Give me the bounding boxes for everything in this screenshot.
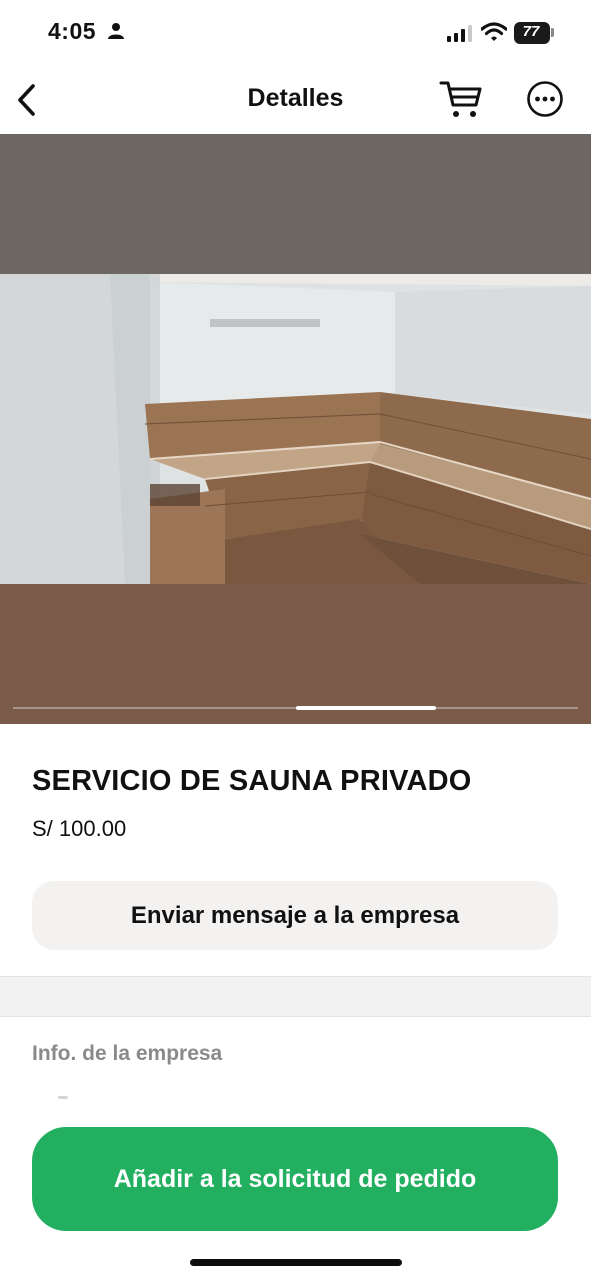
company-info-heading: Info. de la empresa <box>32 1042 223 1065</box>
page-title: Detalles <box>247 84 344 112</box>
home-indicator <box>190 1259 402 1266</box>
person-icon <box>107 22 125 45</box>
gallery-backdrop <box>0 583 591 724</box>
partially-hidden-content <box>58 1096 68 1099</box>
gallery-progress-indicator <box>296 706 436 710</box>
image-gallery[interactable] <box>0 134 591 724</box>
sauna-room-photo <box>0 274 591 584</box>
more-options-button[interactable] <box>526 80 564 118</box>
cart-icon <box>439 81 482 117</box>
battery-cap <box>551 28 554 37</box>
product-price: S/ 100.00 <box>32 816 127 841</box>
message-company-button[interactable]: Enviar mensaje a la empresa <box>32 881 558 950</box>
cart-button[interactable] <box>438 78 484 122</box>
section-divider <box>0 976 591 1017</box>
product-title: SERVICIO DE SAUNA PRIVADO <box>32 765 472 797</box>
wifi-icon <box>480 22 508 47</box>
nav-bar: Detalles <box>0 66 591 134</box>
status-bar: 4:05 77 <box>0 0 591 66</box>
add-to-order-button[interactable]: Añadir a la solicitud de pedido <box>32 1127 558 1231</box>
more-icon <box>527 81 563 117</box>
battery-icon: 77 <box>514 22 554 44</box>
battery-level: 77 <box>522 23 540 40</box>
status-time: 4:05 <box>48 18 97 44</box>
signal-icon <box>447 25 473 47</box>
